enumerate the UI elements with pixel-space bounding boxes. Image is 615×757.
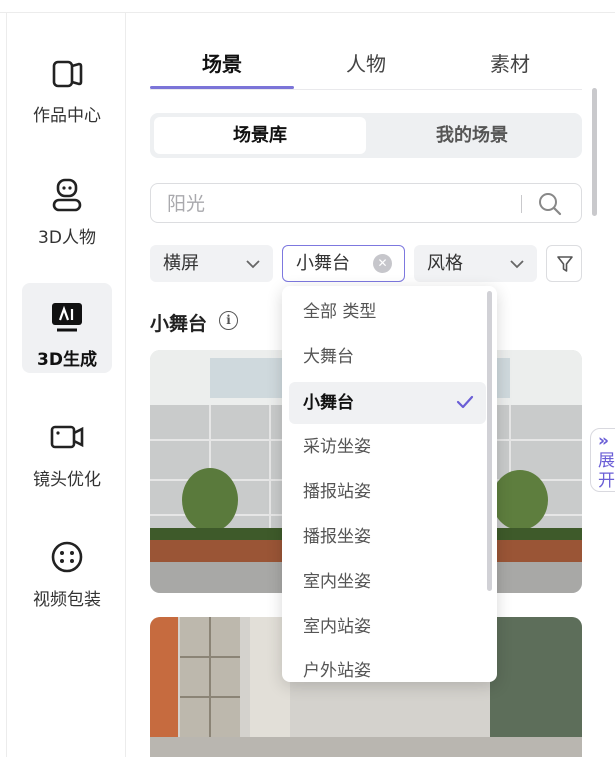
sidebar-item-label: 作品中心 <box>33 106 101 126</box>
dropdown-option[interactable]: 采访坐姿 <box>289 426 486 468</box>
top-border <box>0 0 615 13</box>
expand-label: 展开 <box>598 451 615 491</box>
sidebar-item-label: 3D人物 <box>38 228 96 248</box>
tab-bar: 场景 人物 素材 <box>150 44 582 90</box>
dropdown-scrollbar[interactable] <box>487 291 492 591</box>
funnel-icon <box>557 256 573 272</box>
section-title: 小舞台 <box>150 313 208 335</box>
orientation-select[interactable]: 横屏 <box>150 245 273 282</box>
segment-scene-library[interactable]: 场景库 <box>154 117 366 154</box>
chevron-down-icon <box>246 260 260 269</box>
search-divider <box>521 195 522 213</box>
search-icon[interactable] <box>537 191 563 217</box>
chevron-down-icon <box>510 260 524 269</box>
package-icon <box>49 539 85 575</box>
sidebar-item-3d-person[interactable]: 3D人物 <box>22 161 112 251</box>
dropdown-option-selected[interactable]: 小舞台 <box>289 382 486 424</box>
type-dropdown-menu: 全部 类型 大舞台 小舞台 采访坐姿 播报站姿 播报坐姿 室内坐姿 室内站姿 户… <box>282 286 497 682</box>
orientation-select-value: 横屏 <box>163 253 199 274</box>
style-select[interactable]: 风格 <box>414 245 537 282</box>
dropdown-option[interactable]: 全部 类型 <box>289 291 486 333</box>
style-select-value: 风格 <box>427 253 463 274</box>
search-box <box>150 183 582 223</box>
dropdown-option[interactable]: 播报坐姿 <box>289 516 486 558</box>
tab-material[interactable]: 素材 <box>438 44 582 88</box>
sidebar-item-label: 镜头优化 <box>33 470 101 490</box>
info-icon[interactable]: i <box>219 311 238 330</box>
tab-person[interactable]: 人物 <box>294 44 438 88</box>
filter-button[interactable] <box>546 245 582 282</box>
search-input[interactable] <box>167 190 507 218</box>
sidebar-item-video-package[interactable]: 视频包装 <box>22 523 112 613</box>
segment-my-scenes[interactable]: 我的场景 <box>366 117 578 154</box>
active-tab-indicator <box>150 86 294 89</box>
double-chevron-right-icon: » <box>598 431 609 451</box>
sidebar: 作品中心 3D人物 3D生成 镜头优化 视频包装 <box>6 13 126 757</box>
clear-icon[interactable]: ✕ <box>373 254 392 273</box>
dropdown-option[interactable]: 室内坐姿 <box>289 561 486 603</box>
scene-segmented-control: 场景库 我的场景 <box>150 113 582 158</box>
works-icon <box>49 55 85 91</box>
type-select[interactable]: 小舞台 ✕ <box>282 245 405 282</box>
dropdown-option[interactable]: 户外站姿 <box>289 650 486 682</box>
sidebar-item-label: 视频包装 <box>33 590 101 610</box>
dropdown-option[interactable]: 大舞台 <box>289 336 486 378</box>
person-icon <box>49 177 85 213</box>
dropdown-option[interactable]: 播报站姿 <box>289 471 486 513</box>
sidebar-item-label: 3D生成 <box>37 350 97 370</box>
sidebar-item-works[interactable]: 作品中心 <box>22 39 112 129</box>
type-select-value: 小舞台 <box>296 253 350 274</box>
dropdown-option[interactable]: 室内站姿 <box>289 606 486 648</box>
sidebar-item-camera-optimize[interactable]: 镜头优化 <box>22 403 112 493</box>
camera-icon <box>49 419 85 455</box>
dropdown-option-label: 小舞台 <box>303 393 354 413</box>
tab-scene[interactable]: 场景 <box>150 44 294 88</box>
checkmark-icon <box>456 395 474 409</box>
panel-scrollbar[interactable] <box>592 88 597 216</box>
expand-button[interactable]: » 展开 <box>590 428 615 492</box>
ai-generate-icon <box>49 299 85 335</box>
sidebar-item-3d-generate[interactable]: 3D生成 <box>22 283 112 373</box>
